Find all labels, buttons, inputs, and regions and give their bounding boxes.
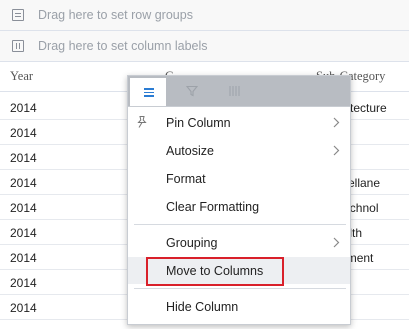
column-labels-panel[interactable]: Drag here to set column labels	[0, 31, 409, 62]
header-year[interactable]: Year	[10, 69, 33, 84]
menu-item-label: Grouping	[166, 236, 218, 250]
menu-item-move-to-columns[interactable]: Move to Columns	[128, 257, 350, 286]
hamburger-icon	[144, 88, 154, 97]
menu-item-format[interactable]: Format	[128, 165, 350, 192]
menu-separator	[134, 224, 346, 225]
cell-year: 2014	[10, 226, 37, 240]
row-groups-panel[interactable]: Drag here to set row groups	[0, 0, 409, 31]
tab-filter[interactable]	[172, 76, 212, 106]
columns-icon	[229, 86, 240, 96]
menu-item-label: Autosize	[166, 144, 214, 158]
cell-year: 2014	[10, 276, 37, 290]
cell-year: 2014	[10, 251, 37, 265]
column-labels-icon	[12, 40, 24, 52]
column-menu-tabs	[128, 76, 350, 107]
menu-item-grouping[interactable]: Grouping	[128, 229, 350, 256]
menu-item-label: Pin Column	[166, 116, 231, 130]
cell-year: 2014	[10, 201, 37, 215]
menu-item-label: Format	[166, 172, 206, 186]
menu-item-autosize[interactable]: Autosize	[128, 137, 350, 164]
tab-general[interactable]	[130, 78, 166, 106]
menu-item-hide-column[interactable]: Hide Column	[128, 293, 350, 320]
chevron-right-icon	[333, 117, 340, 128]
column-menu: Pin Column Autosize Format Clear Formatt…	[127, 75, 351, 325]
cell-year: 2014	[10, 126, 37, 140]
cell-year: 2014	[10, 101, 37, 115]
menu-item-label: Move to Columns	[166, 264, 264, 278]
filter-icon	[186, 85, 198, 97]
menu-item-label: Hide Column	[166, 300, 239, 314]
menu-item-label: Clear Formatting	[166, 200, 260, 214]
cell-year: 2014	[10, 301, 37, 315]
row-groups-icon	[12, 9, 24, 21]
cell-year: 2014	[10, 151, 37, 165]
chevron-right-icon	[333, 145, 340, 156]
cell-year: 2014	[10, 176, 37, 190]
chevron-right-icon	[333, 237, 340, 248]
row-groups-placeholder: Drag here to set row groups	[38, 8, 193, 22]
menu-item-pin-column[interactable]: Pin Column	[128, 109, 350, 136]
column-labels-placeholder: Drag here to set column labels	[38, 39, 208, 53]
menu-item-clear-formatting[interactable]: Clear Formatting	[128, 193, 350, 220]
menu-separator	[134, 288, 346, 289]
tab-columns[interactable]	[214, 76, 254, 106]
pin-icon	[137, 116, 147, 128]
